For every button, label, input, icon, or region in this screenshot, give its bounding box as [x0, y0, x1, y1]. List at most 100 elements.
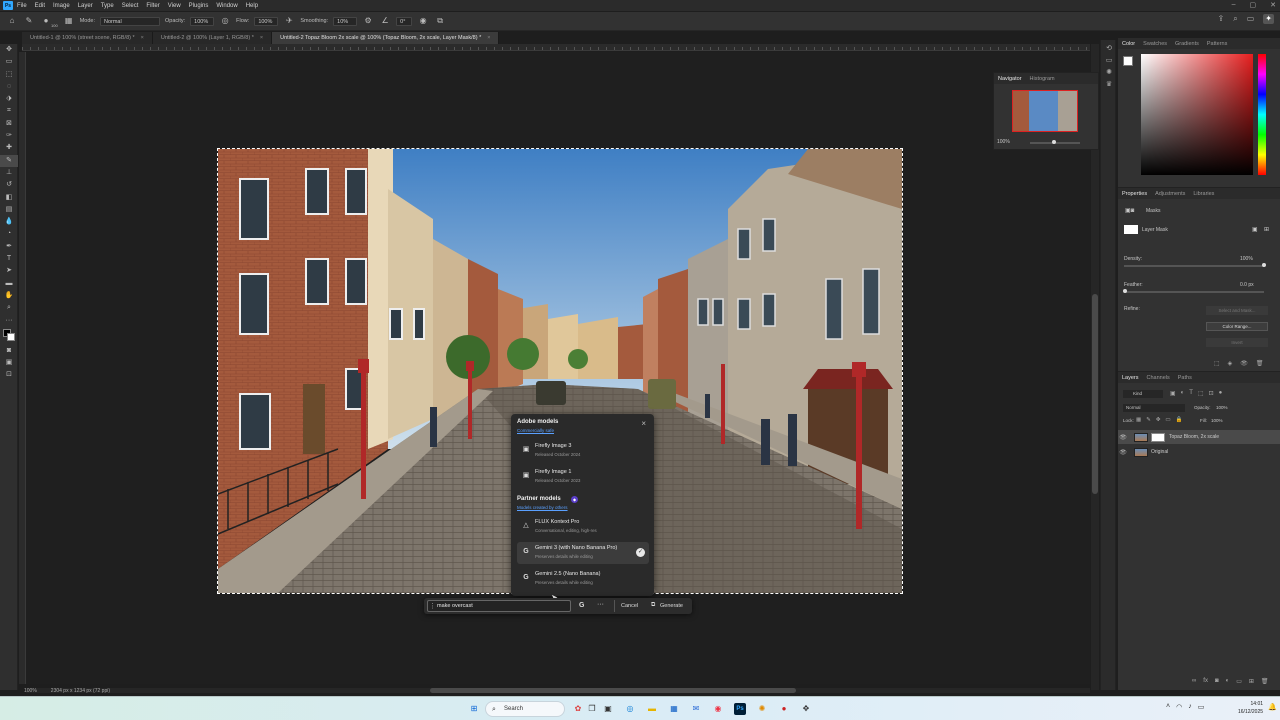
mask-apply-icon[interactable]: ▣ — [1252, 226, 1258, 233]
add-mask-icon[interactable]: ◙ — [1215, 678, 1219, 685]
tab-gradients[interactable]: Gradients — [1175, 41, 1199, 47]
blur-tool-icon[interactable]: 💧 — [0, 216, 18, 228]
mail-icon[interactable]: ✉ — [690, 703, 702, 715]
battery-icon[interactable]: ▭ — [1198, 703, 1205, 711]
adjustment-layer-icon[interactable]: ◐ — [1226, 678, 1230, 685]
eyedropper-tool-icon[interactable]: ✑ — [0, 130, 18, 142]
drag-handle-icon[interactable]: ⋮ — [429, 602, 436, 610]
apply-mask-icon[interactable]: ◈ — [1228, 360, 1233, 367]
tab-close-icon[interactable]: × — [260, 35, 263, 41]
extra-tool-icon[interactable]: ⊡ — [0, 369, 18, 381]
opacity-field[interactable]: 100% — [190, 16, 215, 26]
tab-adjustments[interactable]: Adjustments — [1155, 191, 1185, 197]
delete-layer-icon[interactable]: 🗑 — [1261, 678, 1269, 685]
move-tool-icon[interactable]: ✥ — [0, 44, 18, 56]
home-icon[interactable]: ⌂ — [6, 15, 18, 27]
angle-field[interactable]: 0° — [396, 16, 413, 26]
filter-adjust-icon[interactable]: ◐ — [1181, 390, 1185, 397]
path-select-tool-icon[interactable]: ➤ — [0, 265, 18, 277]
layer-visibility-eye-icon[interactable]: 👁 — [1118, 449, 1128, 456]
lock-position-icon[interactable]: ✥ — [1156, 417, 1161, 423]
layer-filter-kind[interactable]: Kind — [1123, 390, 1163, 398]
zoom-tool-icon[interactable]: ⌕ — [0, 302, 18, 314]
tab-paths[interactable]: Paths — [1178, 375, 1192, 381]
photoshop-taskbar-icon[interactable]: Ps — [734, 703, 746, 715]
photoshop-logo-icon[interactable]: Ps — [3, 1, 13, 10]
smoothing-field[interactable]: 10% — [333, 16, 358, 26]
artboard-tool-icon[interactable]: ▭ — [0, 56, 18, 68]
filter-smart-icon[interactable]: ⊡ — [1209, 390, 1214, 397]
task-view-icon[interactable]: ❐ — [586, 703, 598, 715]
layer-name[interactable]: Topaz Bloom, 2x scale — [1169, 434, 1219, 440]
file-explorer-icon[interactable]: ▬ — [646, 703, 658, 715]
generative-ai-icon[interactable]: ✦ — [1263, 14, 1274, 24]
menu-window[interactable]: Window — [216, 3, 237, 9]
history-icon[interactable]: ⟲ — [1101, 44, 1117, 56]
pen-tool-icon[interactable]: ✒ — [0, 241, 18, 253]
filter-pixel-icon[interactable]: ▣ — [1170, 390, 1176, 397]
clock-date[interactable]: 16/12/2025 — [1238, 708, 1263, 716]
delete-mask-icon[interactable]: 🗑 — [1256, 360, 1264, 367]
invert-button[interactable]: Invert — [1206, 338, 1268, 347]
lock-artboard-icon[interactable]: ▭ — [1165, 417, 1170, 423]
density-value[interactable]: 100% — [1240, 256, 1253, 262]
app-icon[interactable]: ✺ — [756, 703, 768, 715]
select-and-mask-button[interactable]: Select and Mask... — [1206, 306, 1268, 315]
vertical-scroll-thumb[interactable] — [1092, 294, 1098, 494]
maximize-icon[interactable]: ▢ — [1250, 1, 1257, 9]
healing-brush-tool-icon[interactable]: ✚ — [0, 142, 18, 154]
object-select-tool-icon[interactable]: ⬗ — [0, 93, 18, 105]
tab-libraries[interactable]: Libraries — [1193, 191, 1214, 197]
clone-stamp-tool-icon[interactable]: ⊥ — [0, 167, 18, 179]
menu-filter[interactable]: Filter — [146, 3, 159, 9]
tray-chevron-icon[interactable]: ˄ — [1166, 703, 1170, 711]
lock-image-icon[interactable]: ✎ — [1146, 417, 1151, 423]
tab-close-icon[interactable]: × — [487, 35, 490, 41]
lasso-tool-icon[interactable]: ◌ — [0, 81, 18, 93]
feather-slider[interactable] — [1124, 291, 1264, 293]
new-layer-icon[interactable]: ⊞ — [1249, 678, 1254, 685]
partner-models-link[interactable]: Models created by others — [517, 505, 568, 510]
dodge-tool-icon[interactable]: ◔ — [0, 228, 18, 240]
menu-edit[interactable]: Edit — [35, 3, 45, 9]
tab-channels[interactable]: Channels — [1147, 375, 1170, 381]
volume-icon[interactable]: ♪ — [1188, 703, 1192, 711]
workspace-icon[interactable]: ▭ — [1247, 14, 1255, 24]
share-icon[interactable]: ⇪ — [1218, 14, 1225, 24]
tab-histogram[interactable]: Histogram — [1030, 76, 1055, 82]
menu-select[interactable]: Select — [122, 3, 139, 9]
chrome-icon[interactable]: ◉ — [712, 703, 724, 715]
model-flux-kontext-pro[interactable]: △ FLUX Kontext Pro Conversational, editi… — [517, 516, 649, 538]
tab-navigator[interactable]: Navigator — [998, 76, 1022, 82]
hand-tool-icon[interactable]: ✋ — [0, 290, 18, 302]
model-firefly-image-3[interactable]: ▣ Firefly Image 3 Released October 2024 — [517, 440, 649, 462]
filter-toggle-icon[interactable]: ● — [1219, 390, 1223, 397]
navigator-zoom[interactable]: 100% — [997, 139, 1010, 145]
screen-mode-icon[interactable]: ▣ — [0, 357, 18, 369]
menu-help[interactable]: Help — [246, 3, 258, 9]
menu-layer[interactable]: Layer — [78, 3, 93, 9]
crop-tool-icon[interactable]: ⌗ — [0, 105, 18, 117]
generate-button[interactable]: Generate — [660, 603, 683, 609]
load-selection-icon[interactable]: ⬚ — [1214, 360, 1220, 367]
feather-value[interactable]: 0.0 px — [1240, 282, 1254, 288]
navigator-zoom-knob[interactable] — [1052, 140, 1056, 144]
navigator-thumbnail[interactable] — [1012, 90, 1078, 132]
tab-swatches[interactable]: Swatches — [1143, 41, 1167, 47]
layer-visibility-eye-icon[interactable]: 👁 — [1118, 434, 1128, 441]
tab-close-icon[interactable]: × — [141, 35, 144, 41]
flow-field[interactable]: 100% — [254, 16, 279, 26]
history-brush-tool-icon[interactable]: ↺ — [0, 179, 18, 191]
density-slider[interactable] — [1124, 265, 1264, 267]
notifications-icon[interactable]: 🔔 — [1268, 703, 1277, 711]
layer-name[interactable]: Original — [1151, 449, 1168, 455]
horizontal-scrollbar[interactable] — [26, 688, 1090, 693]
layer-blend-mode[interactable]: Normal — [1123, 404, 1185, 412]
copilot-icon[interactable]: ✿ — [572, 703, 584, 715]
lock-all-icon[interactable]: 🔒 — [1176, 417, 1183, 423]
gradient-tool-icon[interactable]: ▤ — [0, 204, 18, 216]
taskbar-search[interactable]: ⌕ Search — [485, 701, 565, 717]
start-windows-icon[interactable]: ⊞ — [468, 703, 480, 715]
feather-knob[interactable] — [1123, 289, 1127, 293]
type-tool-icon[interactable]: T — [0, 253, 18, 265]
